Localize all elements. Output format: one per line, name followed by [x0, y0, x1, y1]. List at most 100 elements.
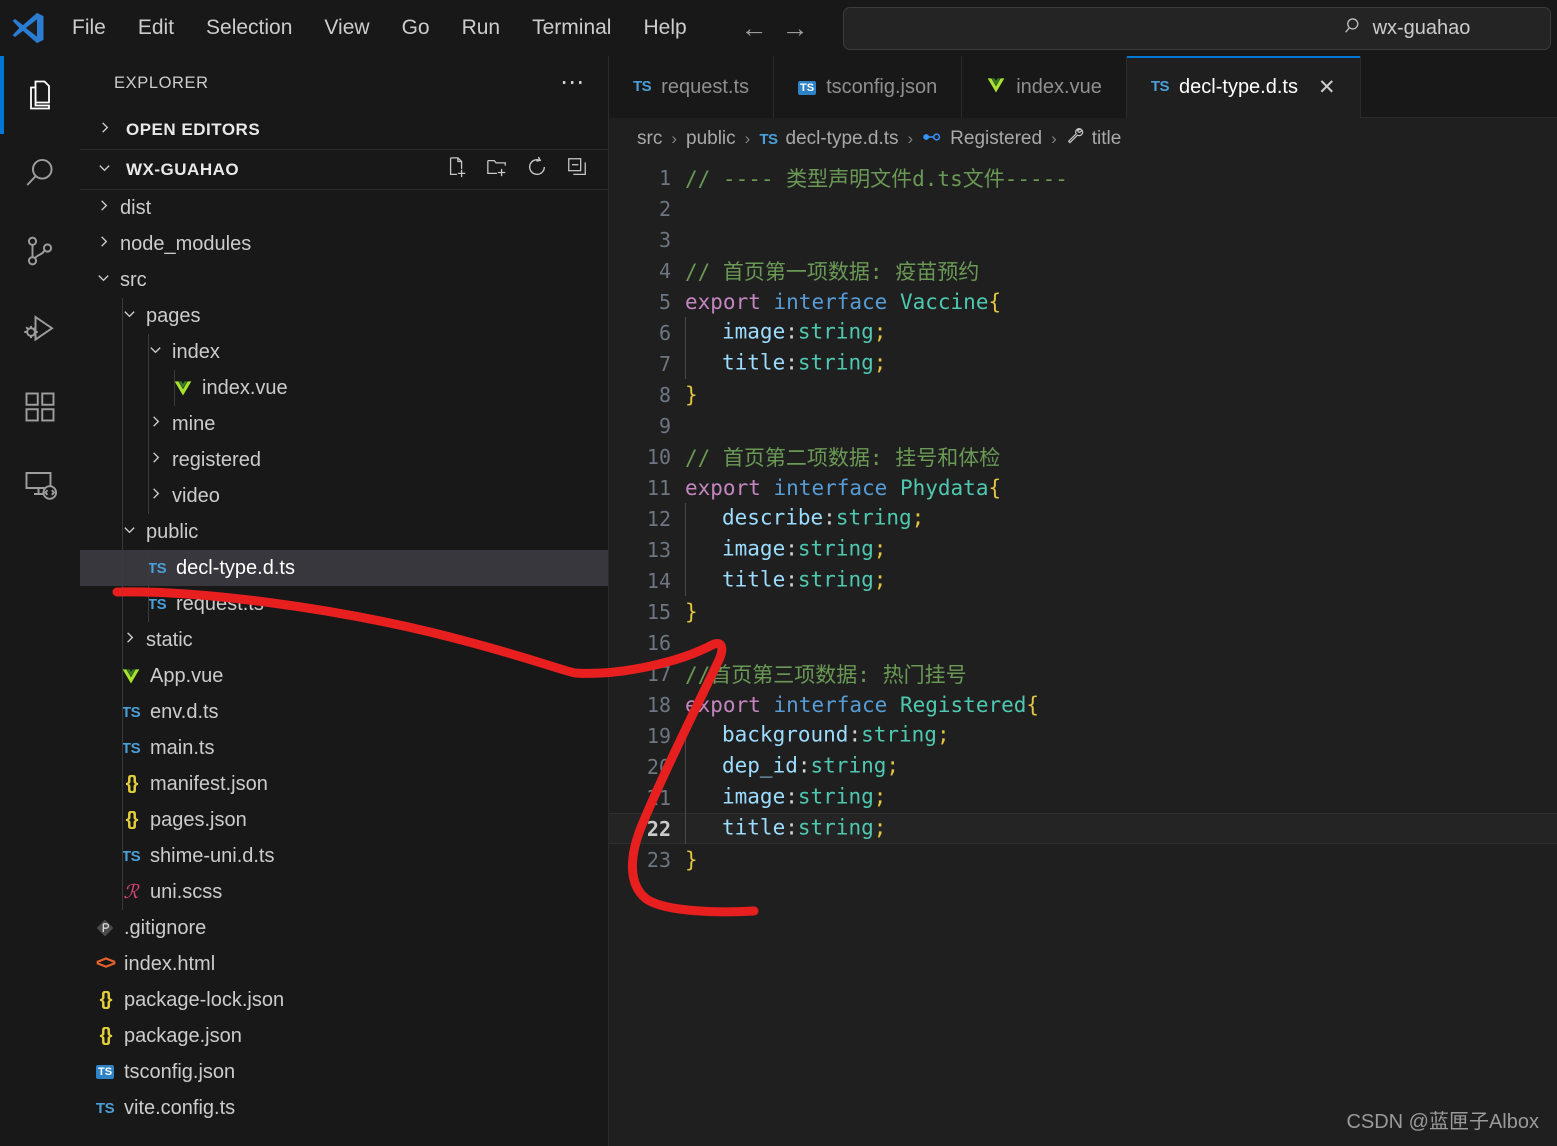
code-token: :	[785, 784, 798, 809]
breadcrumb-item-decl-type.d.ts[interactable]: TS decl-type.d.ts	[759, 128, 898, 150]
tree-item-manifest.json[interactable]: {} manifest.json	[80, 766, 608, 802]
line-number: 16	[646, 630, 671, 655]
refresh-icon[interactable]	[526, 156, 548, 183]
tree-item-decl-type.d.ts[interactable]: TS decl-type.d.ts	[80, 550, 608, 586]
code-line-7[interactable]: 7 title:string;	[609, 348, 1557, 379]
tab-label: index.vue	[1016, 75, 1102, 98]
code-line-1[interactable]: 1 // ---- 类型声明文件d.ts文件-----	[609, 162, 1557, 193]
code-line-14[interactable]: 14 title:string;	[609, 565, 1557, 596]
activity-run-and-debug[interactable]	[0, 290, 80, 368]
arrow-right-icon[interactable]: →	[782, 14, 809, 42]
code-line-19[interactable]: 19 background:string;	[609, 720, 1557, 751]
line-number: 11	[646, 475, 671, 500]
activity-source-control[interactable]	[0, 212, 80, 290]
menu-file[interactable]: File	[56, 11, 122, 45]
code-line-13[interactable]: 13 image:string;	[609, 534, 1557, 565]
code-line-20[interactable]: 20 dep_id:string;	[609, 751, 1557, 782]
activity-remote-explorer[interactable]	[0, 446, 80, 524]
tree-item-mine[interactable]: mine	[80, 406, 608, 442]
tree-item-registered[interactable]: registered	[80, 442, 608, 478]
code-line-11[interactable]: 11 export interface Phydata{	[609, 472, 1557, 503]
code-line-text: title:string;	[685, 565, 886, 596]
code-line-9[interactable]: 9	[609, 410, 1557, 441]
tree-item-index[interactable]: index	[80, 334, 608, 370]
new-file-icon[interactable]	[446, 156, 468, 183]
code-line-22[interactable]: 22 title:string;	[609, 813, 1557, 844]
breadcrumb-item-src[interactable]: src	[637, 128, 662, 150]
tree-item-static[interactable]: static	[80, 622, 608, 658]
editor-tab-index.vue[interactable]: index.vue	[962, 56, 1127, 118]
tree-item-index.vue[interactable]: index.vue	[80, 370, 608, 406]
tree-item-index.html[interactable]: <> index.html	[80, 946, 608, 982]
activity-search[interactable]	[0, 134, 80, 212]
tree-item-vite.config.ts[interactable]: TS vite.config.ts	[80, 1090, 608, 1126]
collapse-all-icon[interactable]	[566, 156, 588, 183]
menu-run[interactable]: Run	[446, 11, 517, 45]
arrow-left-icon[interactable]: ←	[741, 14, 768, 42]
tree-item-package-lock.json[interactable]: {} package-lock.json	[80, 982, 608, 1018]
indent-guide	[122, 586, 123, 622]
json-file-icon: {}	[125, 773, 139, 794]
code-token: }	[685, 599, 698, 624]
breadcrumb-item-public[interactable]: public	[686, 128, 736, 150]
tree-item-tsconfig.json[interactable]: TS tsconfig.json	[80, 1054, 608, 1090]
code-line-6[interactable]: 6 image:string;	[609, 317, 1557, 348]
menu-view[interactable]: View	[308, 11, 385, 45]
section-workspace-root[interactable]: WX-GUAHAO	[80, 149, 608, 190]
line-number: 17	[646, 661, 671, 686]
tree-item-uni.scss[interactable]: ℛuni.scss	[80, 874, 608, 910]
tree-item-env.d.ts[interactable]: TS env.d.ts	[80, 694, 608, 730]
editor-tab-decl-type.d.ts[interactable]: TS decl-type.d.ts ✕	[1126, 56, 1361, 118]
vscode-window: File Edit Selection View Go Run Terminal…	[0, 0, 1557, 1146]
tree-item-dist[interactable]: dist	[80, 190, 608, 226]
menu-edit[interactable]: Edit	[122, 11, 190, 45]
menu-help[interactable]: Help	[627, 11, 702, 45]
vue-file-icon	[986, 75, 1006, 100]
code-line-23[interactable]: 23}	[609, 844, 1557, 875]
breadcrumb-item-title[interactable]: title	[1066, 127, 1121, 151]
tree-item-label: manifest.json	[150, 772, 268, 795]
menu-selection[interactable]: Selection	[190, 11, 308, 45]
code-line-2[interactable]: 2	[609, 193, 1557, 224]
tree-item-pages.json[interactable]: {} pages.json	[80, 802, 608, 838]
tree-item-video[interactable]: video	[80, 478, 608, 514]
breadcrumb-item-Registered[interactable]: Registered	[922, 128, 1042, 150]
search-icon	[1344, 16, 1364, 41]
activity-explorer[interactable]	[0, 56, 80, 134]
tree-item-main.ts[interactable]: TS main.ts	[80, 730, 608, 766]
code-line-18[interactable]: 18 export interface Registered{	[609, 689, 1557, 720]
code-line-8[interactable]: 8}	[609, 379, 1557, 410]
code-content[interactable]: 1// ---- 类型声明文件d.ts文件----- 2 3 4// 首页第一项数据:…	[609, 160, 1557, 875]
code-line-12[interactable]: 12 describe:string;	[609, 503, 1557, 534]
code-line-10[interactable]: 10 // 首页第二项数据: 挂号和体检	[609, 441, 1557, 472]
editor-tab-tsconfig.json[interactable]: TS tsconfig.json	[774, 56, 963, 118]
tree-item-src[interactable]: src	[80, 262, 608, 298]
property-icon	[1066, 127, 1084, 151]
editor-tab-request.ts[interactable]: TS request.ts	[609, 56, 774, 118]
close-icon[interactable]: ✕	[1318, 75, 1336, 100]
new-folder-icon[interactable]	[486, 156, 508, 183]
tree-item-package.json[interactable]: {} package.json	[80, 1018, 608, 1054]
menu-go[interactable]: Go	[386, 11, 446, 45]
code-line-16[interactable]: 16	[609, 627, 1557, 658]
tree-item-node_modules[interactable]: node_modules	[80, 226, 608, 262]
tree-item-shime-uni.d.ts[interactable]: TS shime-uni.d.ts	[80, 838, 608, 874]
activity-extensions[interactable]	[0, 368, 80, 446]
tree-item-.gitignore[interactable]: .gitignore	[80, 910, 608, 946]
tree-item-pages[interactable]: pages	[80, 298, 608, 334]
indent-guide	[122, 406, 123, 442]
tree-item-App.vue[interactable]: App.vue	[80, 658, 608, 694]
menu-terminal[interactable]: Terminal	[516, 11, 627, 45]
code-line-21[interactable]: 21 image:string;	[609, 782, 1557, 813]
breadcrumb-separator-icon: ›	[1051, 129, 1057, 148]
tree-item-public[interactable]: public	[80, 514, 608, 550]
search-input[interactable]: wx-guahao	[843, 7, 1551, 50]
code-line-3[interactable]: 3	[609, 224, 1557, 255]
tree-item-request.ts[interactable]: TS request.ts	[80, 586, 608, 622]
code-line-15[interactable]: 15}	[609, 596, 1557, 627]
code-line-17[interactable]: 17 //首页第三项数据: 热门挂号	[609, 658, 1557, 689]
ellipsis-icon[interactable]: ⋯	[560, 70, 586, 95]
code-line-4[interactable]: 4 // 首页第一项数据: 疫苗预约	[609, 255, 1557, 286]
code-line-5[interactable]: 5 export interface Vaccine{	[609, 286, 1557, 317]
section-open-editors[interactable]: OPEN EDITORS	[80, 110, 608, 149]
